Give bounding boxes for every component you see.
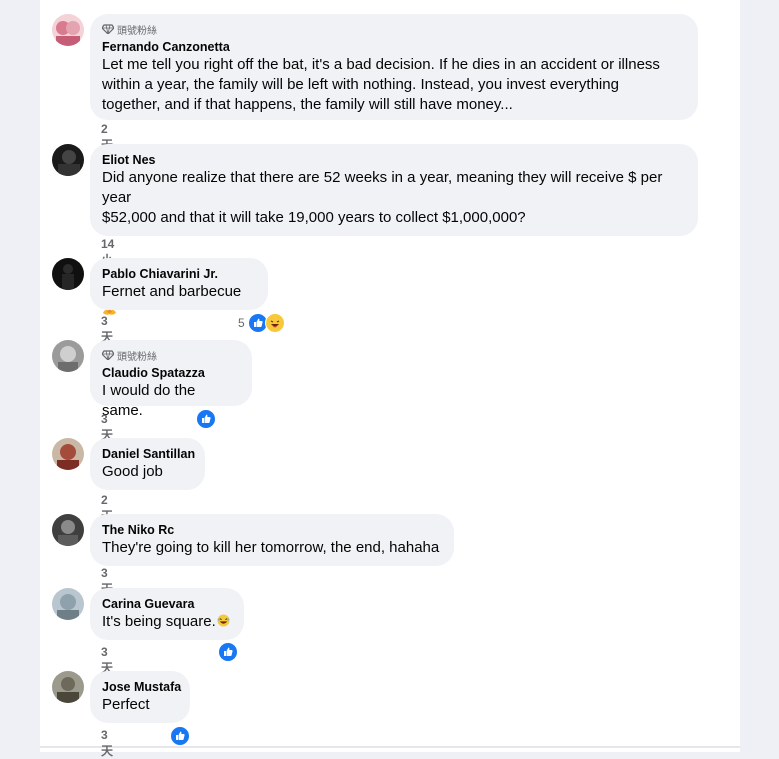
reaction-summary[interactable] xyxy=(196,409,216,429)
avatar[interactable] xyxy=(52,588,84,620)
comment-text: Fernet and barbecue xyxy=(102,282,256,322)
comment-bubble: Carina Guevara It's being square. xyxy=(90,588,244,640)
diamond-icon xyxy=(102,24,114,34)
commenter-name[interactable]: Daniel Santillan xyxy=(102,446,195,462)
comment-text: They're going to kill her tomorrow, the … xyxy=(102,539,440,556)
top-fan-badge: 頭號粉絲 xyxy=(102,22,686,37)
avatar[interactable] xyxy=(52,514,84,546)
comment-text: It's being square. xyxy=(102,612,232,632)
commenter-name[interactable]: Fernando Canzonetta xyxy=(102,39,686,55)
comment-text: I would do the same. xyxy=(102,382,196,419)
comment-text: Good job xyxy=(102,463,163,480)
comment-text: Did anyone realize that there are 52 wee… xyxy=(102,169,663,226)
like-icon xyxy=(218,642,238,662)
avatar[interactable] xyxy=(52,438,84,470)
reaction-summary[interactable] xyxy=(218,642,238,662)
avatar[interactable] xyxy=(52,340,84,372)
comment-text: Perfect xyxy=(102,696,150,713)
commenter-name[interactable]: Pablo Chiavarini Jr. xyxy=(102,266,256,282)
reaction-count: 5 xyxy=(238,316,245,330)
top-fan-badge: 頭號粉絲 xyxy=(102,348,240,363)
comment-bubble: Pablo Chiavarini Jr. Fernet and barbecue xyxy=(90,258,268,315)
comment-bubble: The Niko Rc They're going to kill her to… xyxy=(90,514,454,566)
badge-label: 頭號粉絲 xyxy=(117,351,157,363)
reaction-summary[interactable] xyxy=(170,726,190,746)
commenter-name[interactable]: The Niko Rc xyxy=(102,522,442,538)
avatar[interactable] xyxy=(52,14,84,46)
haha-icon xyxy=(264,313,285,333)
like-icon xyxy=(196,409,216,429)
reaction-summary[interactable]: 5 xyxy=(238,313,285,333)
avatar[interactable] xyxy=(52,671,84,703)
commenter-name[interactable]: Jose Mustafa xyxy=(102,679,181,695)
comment-bubble: Jose Mustafa Perfect xyxy=(90,671,190,723)
diamond-icon xyxy=(102,350,114,360)
comment-bubble: 頭號粉絲 Claudio Spatazza I would do the sam… xyxy=(90,340,252,419)
divider xyxy=(40,746,740,748)
avatar[interactable] xyxy=(52,144,84,176)
avatar[interactable] xyxy=(52,258,84,290)
commenter-name[interactable]: Eliot Nes xyxy=(102,152,686,168)
comment-time[interactable]: 3天 xyxy=(101,728,113,759)
commenter-name[interactable]: Claudio Spatazza xyxy=(102,365,240,381)
comment-text-value: Fernet and barbecue xyxy=(102,283,242,300)
badge-label: 頭號粉絲 xyxy=(117,25,157,37)
comment-bubble: Daniel Santillan Good job xyxy=(90,438,205,490)
laughing-emoji xyxy=(217,614,230,627)
comment-bubble: 頭號粉絲 Fernando Canzonetta Let me tell you… xyxy=(90,14,698,120)
comment-bubble: Eliot Nes Did anyone realize that there … xyxy=(90,144,698,236)
comment-text-value: It's being square. xyxy=(102,613,216,630)
like-icon xyxy=(170,726,190,746)
comment-text: Let me tell you right off the bat, it's … xyxy=(102,56,660,113)
commenter-name[interactable]: Carina Guevara xyxy=(102,596,232,612)
